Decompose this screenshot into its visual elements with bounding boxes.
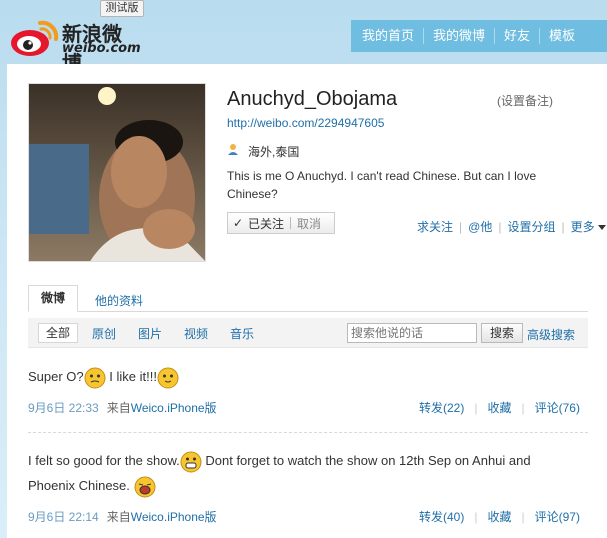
profile-name: Anuchyd_Obojama	[227, 88, 398, 110]
post-text: Super O? I like it!!!	[28, 364, 179, 389]
weibo-eye-icon	[11, 20, 59, 56]
post-text-part: I like it!!!	[105, 369, 157, 384]
profile-actions: 求关注 | @他 | 设置分组 | 更多	[417, 218, 606, 235]
filter-all[interactable]: 全部	[38, 323, 78, 343]
avatar-photo	[29, 84, 205, 261]
beta-badge: 测试版	[100, 0, 144, 17]
unfollow-button[interactable]: 取消	[291, 215, 321, 232]
ask-follow-link[interactable]: 求关注	[417, 218, 453, 235]
from-label: 来自	[106, 401, 131, 415]
post-divider	[28, 432, 588, 433]
post-text-part: Super O?	[28, 369, 84, 384]
separator: |	[459, 219, 463, 234]
from-label: 来自	[106, 510, 131, 524]
thinking-emoji-icon	[84, 367, 106, 389]
post-text-part: Phoenix Chinese.	[28, 478, 130, 493]
check-icon: ✓	[232, 216, 244, 230]
post-text-part: I felt so good for the show.	[28, 453, 180, 468]
filter-images[interactable]: 图片	[138, 325, 162, 342]
post-source[interactable]: Weico.iPhone版	[131, 401, 217, 415]
post-text: I felt so good for the show. Dont forget…	[28, 448, 600, 498]
separator: |	[474, 510, 478, 524]
post-text-part: Dont forget to watch the show on 12th Se…	[201, 453, 531, 468]
nav-my-weibo[interactable]: 我的微博	[424, 20, 494, 52]
separator: |	[521, 510, 525, 524]
grin-emoji-icon	[180, 451, 202, 473]
top-nav: 我的首页 我的微博 好友 模板	[351, 20, 607, 52]
post-actions: 转发(40) | 收藏 | 评论(97)	[419, 508, 580, 525]
laugh-emoji-icon	[134, 476, 156, 498]
separator: |	[561, 219, 565, 234]
forward-link[interactable]: 转发(40)	[419, 510, 464, 524]
search-button[interactable]: 搜索	[481, 323, 523, 343]
favorite-link[interactable]: 收藏	[487, 401, 511, 415]
mention-link[interactable]: @他	[468, 218, 492, 235]
logo-text-en: weibo.com	[62, 41, 141, 56]
comment-link[interactable]: 评论(97)	[535, 510, 580, 524]
forward-link[interactable]: 转发(22)	[419, 401, 464, 415]
post-meta: 9月6日 22:33 来自Weico.iPhone版	[28, 399, 217, 416]
comment-link[interactable]: 评论(76)	[535, 401, 580, 415]
tab-weibo[interactable]: 微博	[28, 285, 78, 312]
advanced-search-link[interactable]: 高级搜索	[527, 326, 575, 343]
profile-avatar[interactable]	[28, 83, 206, 262]
separator: |	[474, 401, 478, 415]
set-group-link[interactable]: 设置分组	[507, 218, 555, 235]
post-date[interactable]: 9月6日 22:14	[28, 510, 99, 524]
follow-status-box: ✓ 已关注 取消	[227, 212, 335, 234]
followed-label: 已关注	[248, 216, 285, 231]
more-label: 更多	[570, 220, 595, 234]
nav-home[interactable]: 我的首页	[353, 20, 423, 52]
user-location-icon	[228, 144, 238, 155]
post-actions: 转发(22) | 收藏 | 评论(76)	[419, 399, 580, 416]
search-input[interactable]	[347, 323, 477, 343]
profile-url[interactable]: http://weibo.com/2294947605	[227, 116, 384, 130]
filter-original[interactable]: 原创	[92, 325, 116, 342]
tabs-baseline	[28, 311, 588, 312]
set-remark-link[interactable]: (设置备注)	[497, 92, 553, 109]
nav-templates[interactable]: 模板	[540, 20, 584, 52]
filter-music[interactable]: 音乐	[230, 325, 254, 342]
filter-videos[interactable]: 视频	[184, 325, 208, 342]
post-date[interactable]: 9月6日 22:33	[28, 401, 99, 415]
post-source[interactable]: Weico.iPhone版	[131, 510, 217, 524]
weibo-logo[interactable]: 新浪微博 weibo.com	[10, 15, 141, 75]
profile-bio: This is me O Anuchyd. I can't read Chine…	[227, 169, 537, 201]
tab-profile-info[interactable]: 他的资料	[95, 292, 143, 309]
more-menu[interactable]: 更多	[571, 218, 606, 235]
profile-location: 海外,泰国	[248, 145, 300, 159]
chevron-down-icon	[597, 225, 606, 231]
separator: |	[498, 219, 502, 234]
smile-emoji-icon	[157, 367, 179, 389]
favorite-link[interactable]: 收藏	[487, 510, 511, 524]
post-meta: 9月6日 22:14 来自Weico.iPhone版	[28, 508, 217, 525]
separator: |	[521, 401, 525, 415]
nav-friends[interactable]: 好友	[495, 20, 539, 52]
